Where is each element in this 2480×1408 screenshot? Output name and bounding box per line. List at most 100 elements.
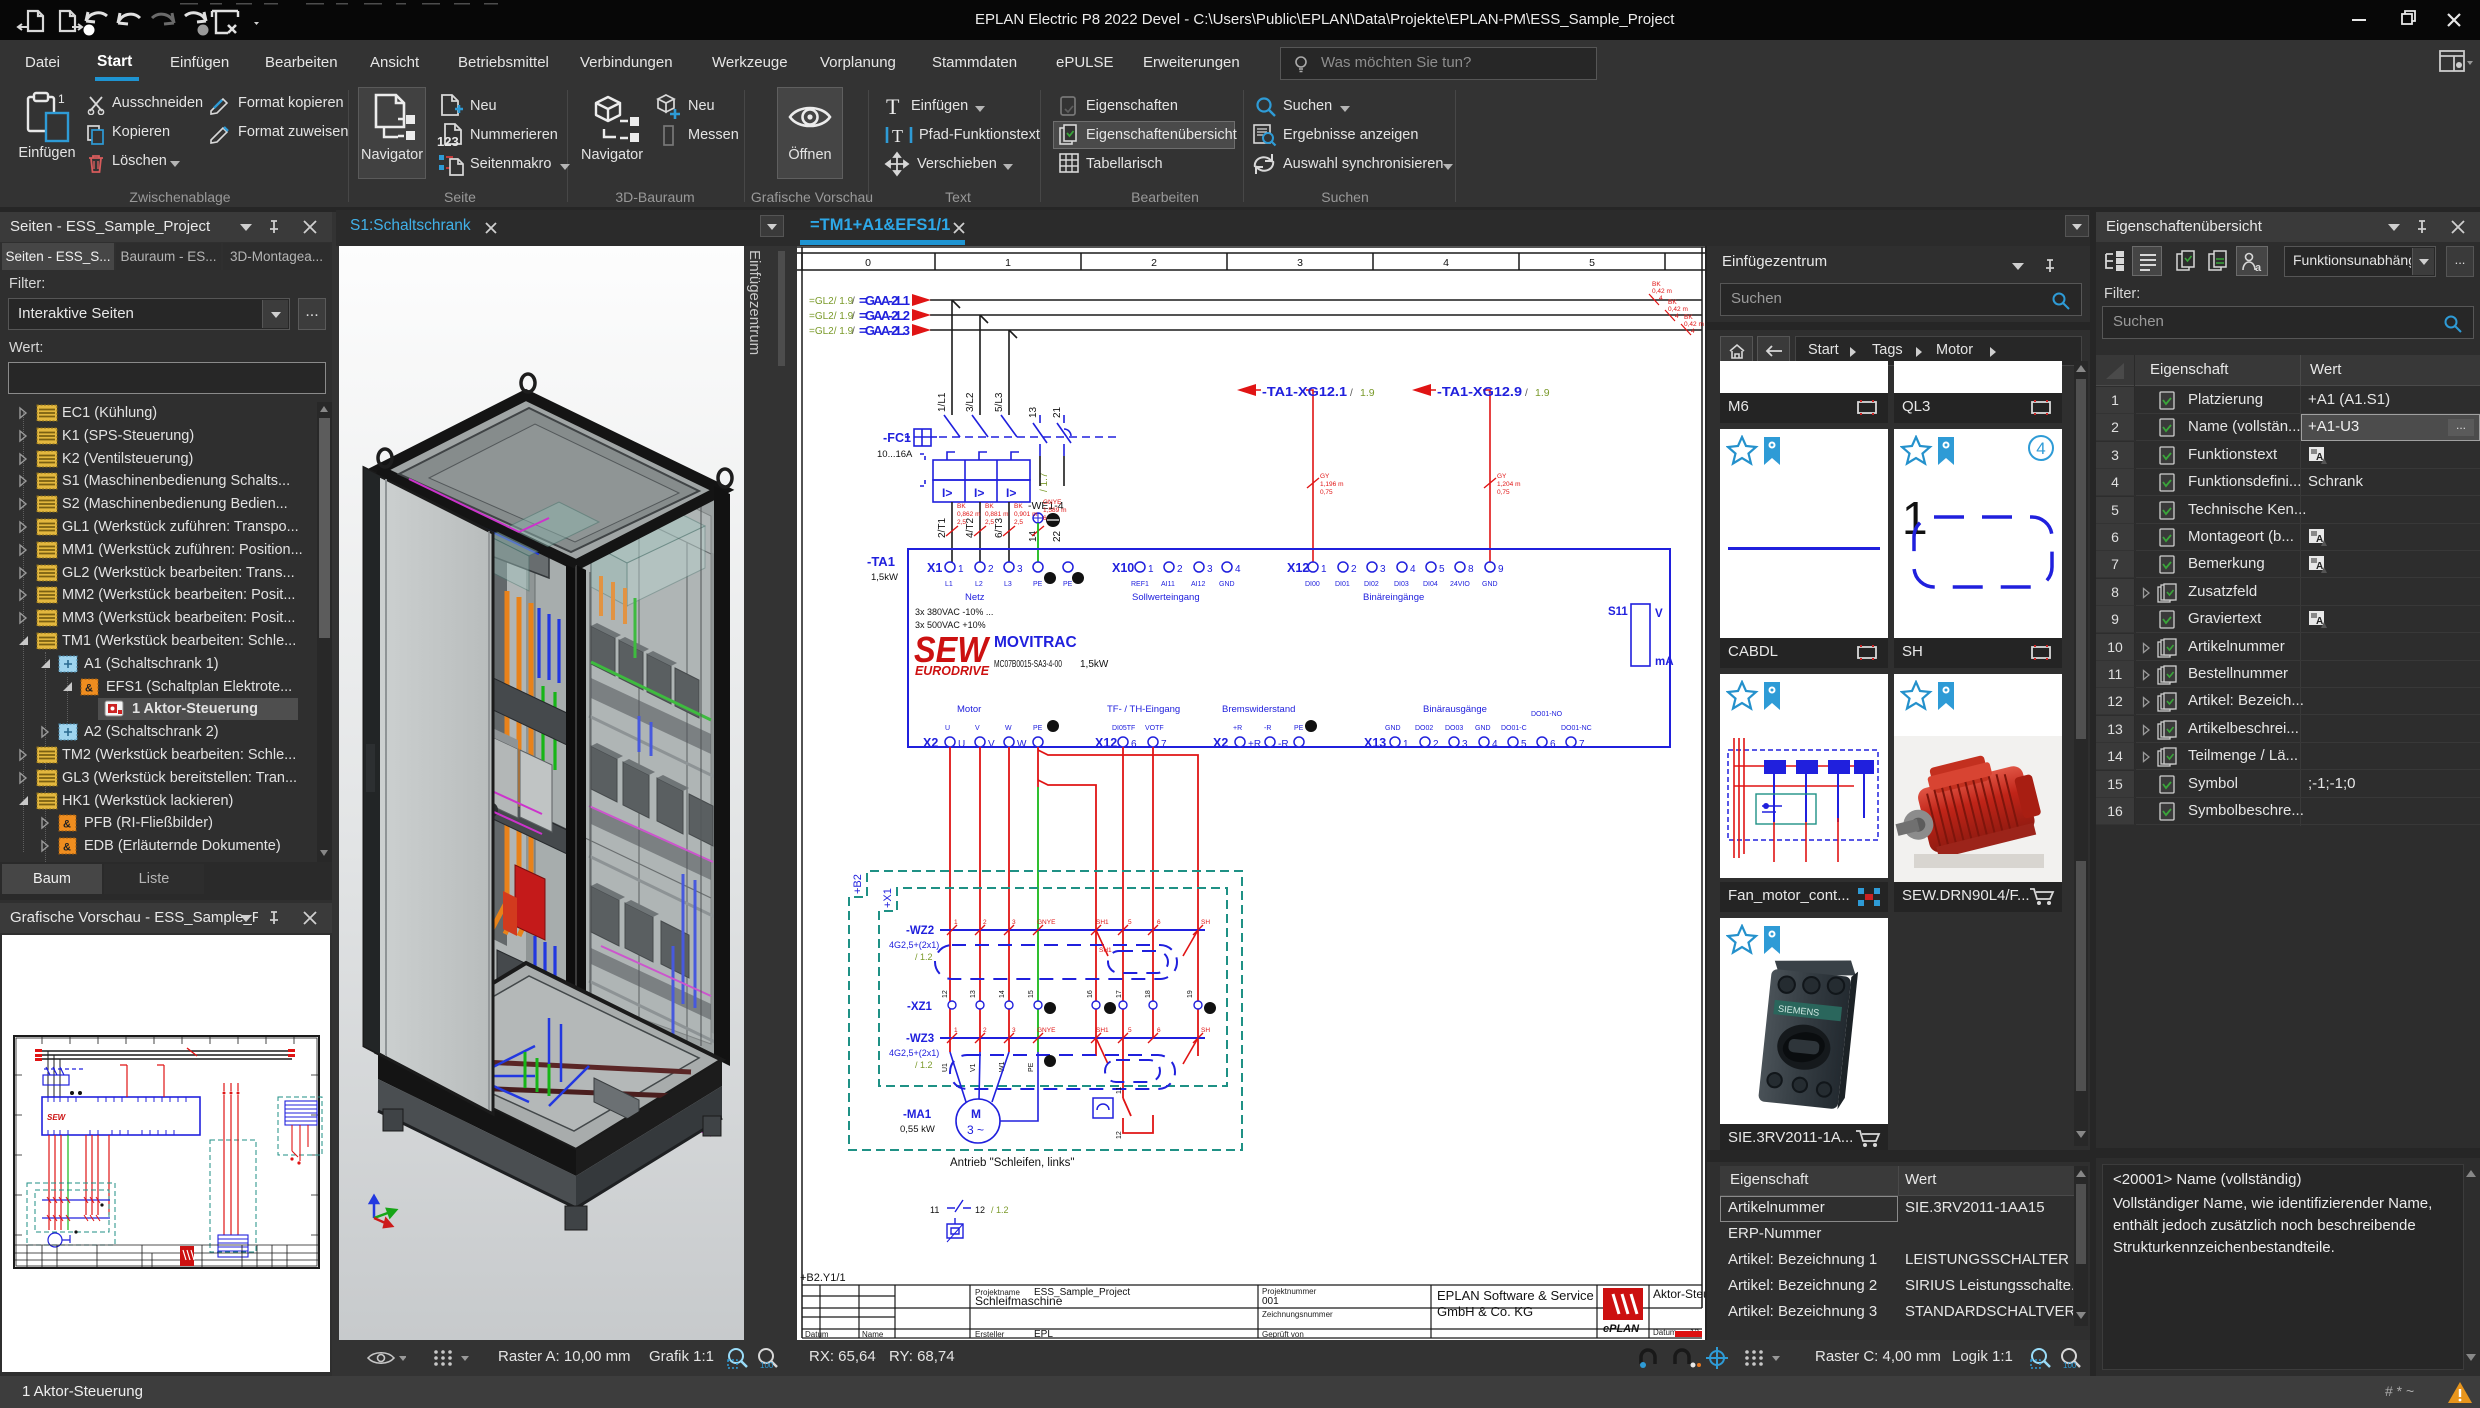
svg-text:21: 21 [1052,406,1063,418]
svg-text:10...16A: 10...16A [877,449,913,460]
svg-text:0,75: 0,75 [1497,489,1510,496]
svg-text:100: 100 [2063,1361,2077,1370]
svg-text:3x 380VAC -10% ...: 3x 380VAC -10% ... [915,607,993,617]
svg-text:X2: X2 [1213,736,1228,750]
svg-text:4: 4 [1675,313,1679,320]
svg-text:Ersteller: Ersteller [975,1330,1005,1339]
svg-text:BK: BK [1014,503,1023,510]
svg-text:AI11: AI11 [1161,581,1175,588]
svg-text:DO03: DO03 [1445,725,1463,732]
svg-text:EPLAN Software & Service: EPLAN Software & Service [1437,1288,1594,1303]
svg-text:DO02: DO02 [1415,725,1433,732]
svg-text:BK: BK [1652,281,1661,288]
svg-text:13: 13 [1028,406,1039,418]
svg-text:4G2,5+(2x1): 4G2,5+(2x1) [889,1048,939,1058]
svg-text:S11: S11 [1608,606,1628,618]
svg-text:2: 2 [1151,257,1157,269]
svg-text:Zeichnungsnummer: Zeichnungsnummer [1262,1310,1333,1319]
svg-text:=GL2/ 1.9: =GL2/ 1.9 [809,311,854,322]
svg-text:4: 4 [1235,564,1241,575]
svg-text:12: 12 [942,990,949,998]
svg-text:-FC1: -FC1 [883,431,911,445]
svg-text:MOVITRAC: MOVITRAC [994,634,1077,651]
svg-text:3: 3 [1017,564,1023,575]
svg-text:Motor: Motor [957,704,981,715]
svg-text:U: U [958,739,965,750]
svg-text:BK: BK [1684,314,1693,321]
svg-text:W: W [1005,725,1012,732]
svg-text:4: 4 [1659,295,1663,302]
svg-text:REF1: REF1 [1131,581,1149,588]
svg-text:5/L3: 5/L3 [994,392,1005,412]
svg-text:-TA1: -TA1 [867,554,895,569]
svg-text:DI02: DI02 [1364,581,1379,588]
svg-text:0,862 m: 0,862 m [957,511,981,518]
svg-text:0,42 m: 0,42 m [1668,306,1688,313]
svg-text:1/L1: 1/L1 [937,392,948,412]
svg-text:1: 1 [1403,739,1409,750]
svg-text:SEW: SEW [47,1113,67,1122]
svg-text:GNYE: GNYE [1037,919,1056,926]
svg-text:+R: +R [1233,725,1242,732]
svg-text:1,5kW: 1,5kW [1080,659,1109,670]
svg-text:L3: L3 [1004,581,1012,588]
svg-text:0: 0 [865,257,871,269]
svg-text:U1: U1 [942,1063,949,1072]
svg-text:/: / [852,326,855,337]
svg-text:100: 100 [760,1361,774,1370]
svg-text:1: 1 [1321,564,1327,575]
svg-text:T: T [892,126,903,146]
svg-text:18: 18 [1145,990,1152,998]
svg-text:&: & [63,819,71,831]
svg-text:6: 6 [1157,919,1161,926]
svg-text:2: 2 [988,564,994,575]
svg-text:=GAA-2L2: =GAA-2L2 [859,308,910,323]
svg-text:V: V [1655,608,1663,620]
svg-text:BK: BK [957,503,966,510]
svg-text:A: A [2316,561,2323,572]
svg-text:V: V [988,739,995,750]
svg-text:+X1: +X1 [882,888,894,908]
svg-text:TF- / TH-Eingang: TF- / TH-Eingang [1107,704,1180,715]
svg-text:BK: BK [1668,299,1677,306]
svg-text:8: 8 [1468,564,1474,575]
svg-text:2,5: 2,5 [985,519,994,526]
svg-text:5: 5 [1128,919,1132,926]
svg-text:24VIO: 24VIO [1450,581,1470,588]
svg-text:2: 2 [1433,739,1439,750]
svg-text:2: 2 [983,1027,987,1034]
svg-text:SH: SH [1201,919,1210,926]
svg-text:I>: I> [1006,486,1016,500]
svg-text:19: 19 [1187,990,1194,998]
svg-text:7: 7 [1579,739,1585,750]
svg-text:Bremswiderstand: Bremswiderstand [1222,704,1295,715]
svg-text:Datum: Datum [1653,1328,1677,1337]
svg-text:0,42 m: 0,42 m [1652,288,1672,295]
svg-text:SH1: SH1 [1096,1027,1109,1034]
svg-text:SH: SH [1201,1027,1210,1034]
svg-text:V1: V1 [970,1063,977,1072]
svg-text:Geprüft von: Geprüft von [1262,1330,1304,1339]
svg-text:/: / [1525,388,1528,399]
svg-text:L2: L2 [975,581,983,588]
svg-text:PE: PE [1063,581,1073,588]
svg-text:3: 3 [1462,739,1468,750]
svg-text:1: 1 [958,564,964,575]
svg-text:PE: PE [1033,725,1043,732]
svg-text:MC07B0015-SA3-4-00: MC07B0015-SA3-4-00 [994,659,1062,670]
svg-text:X10: X10 [1112,561,1134,575]
svg-text:5: 5 [1128,1027,1132,1034]
svg-text:V: V [975,725,980,732]
svg-text:DO01-NO: DO01-NO [1531,711,1563,718]
svg-text:4: 4 [1691,328,1695,335]
svg-text:11: 11 [1116,1087,1123,1094]
svg-text:GmbH & Co. KG: GmbH & Co. KG [1437,1304,1533,1319]
svg-text:/ 1.2: / 1.2 [915,1060,933,1070]
svg-text:&: & [85,683,93,695]
svg-text:-WZ2: -WZ2 [906,925,934,937]
svg-text:X12: X12 [1095,736,1117,750]
svg-text:1,589 m: 1,589 m [1043,507,1067,514]
svg-text:4G2,5+(2x1): 4G2,5+(2x1) [889,940,939,950]
svg-text:123: 123 [437,134,459,148]
svg-text:M: M [971,1107,981,1121]
